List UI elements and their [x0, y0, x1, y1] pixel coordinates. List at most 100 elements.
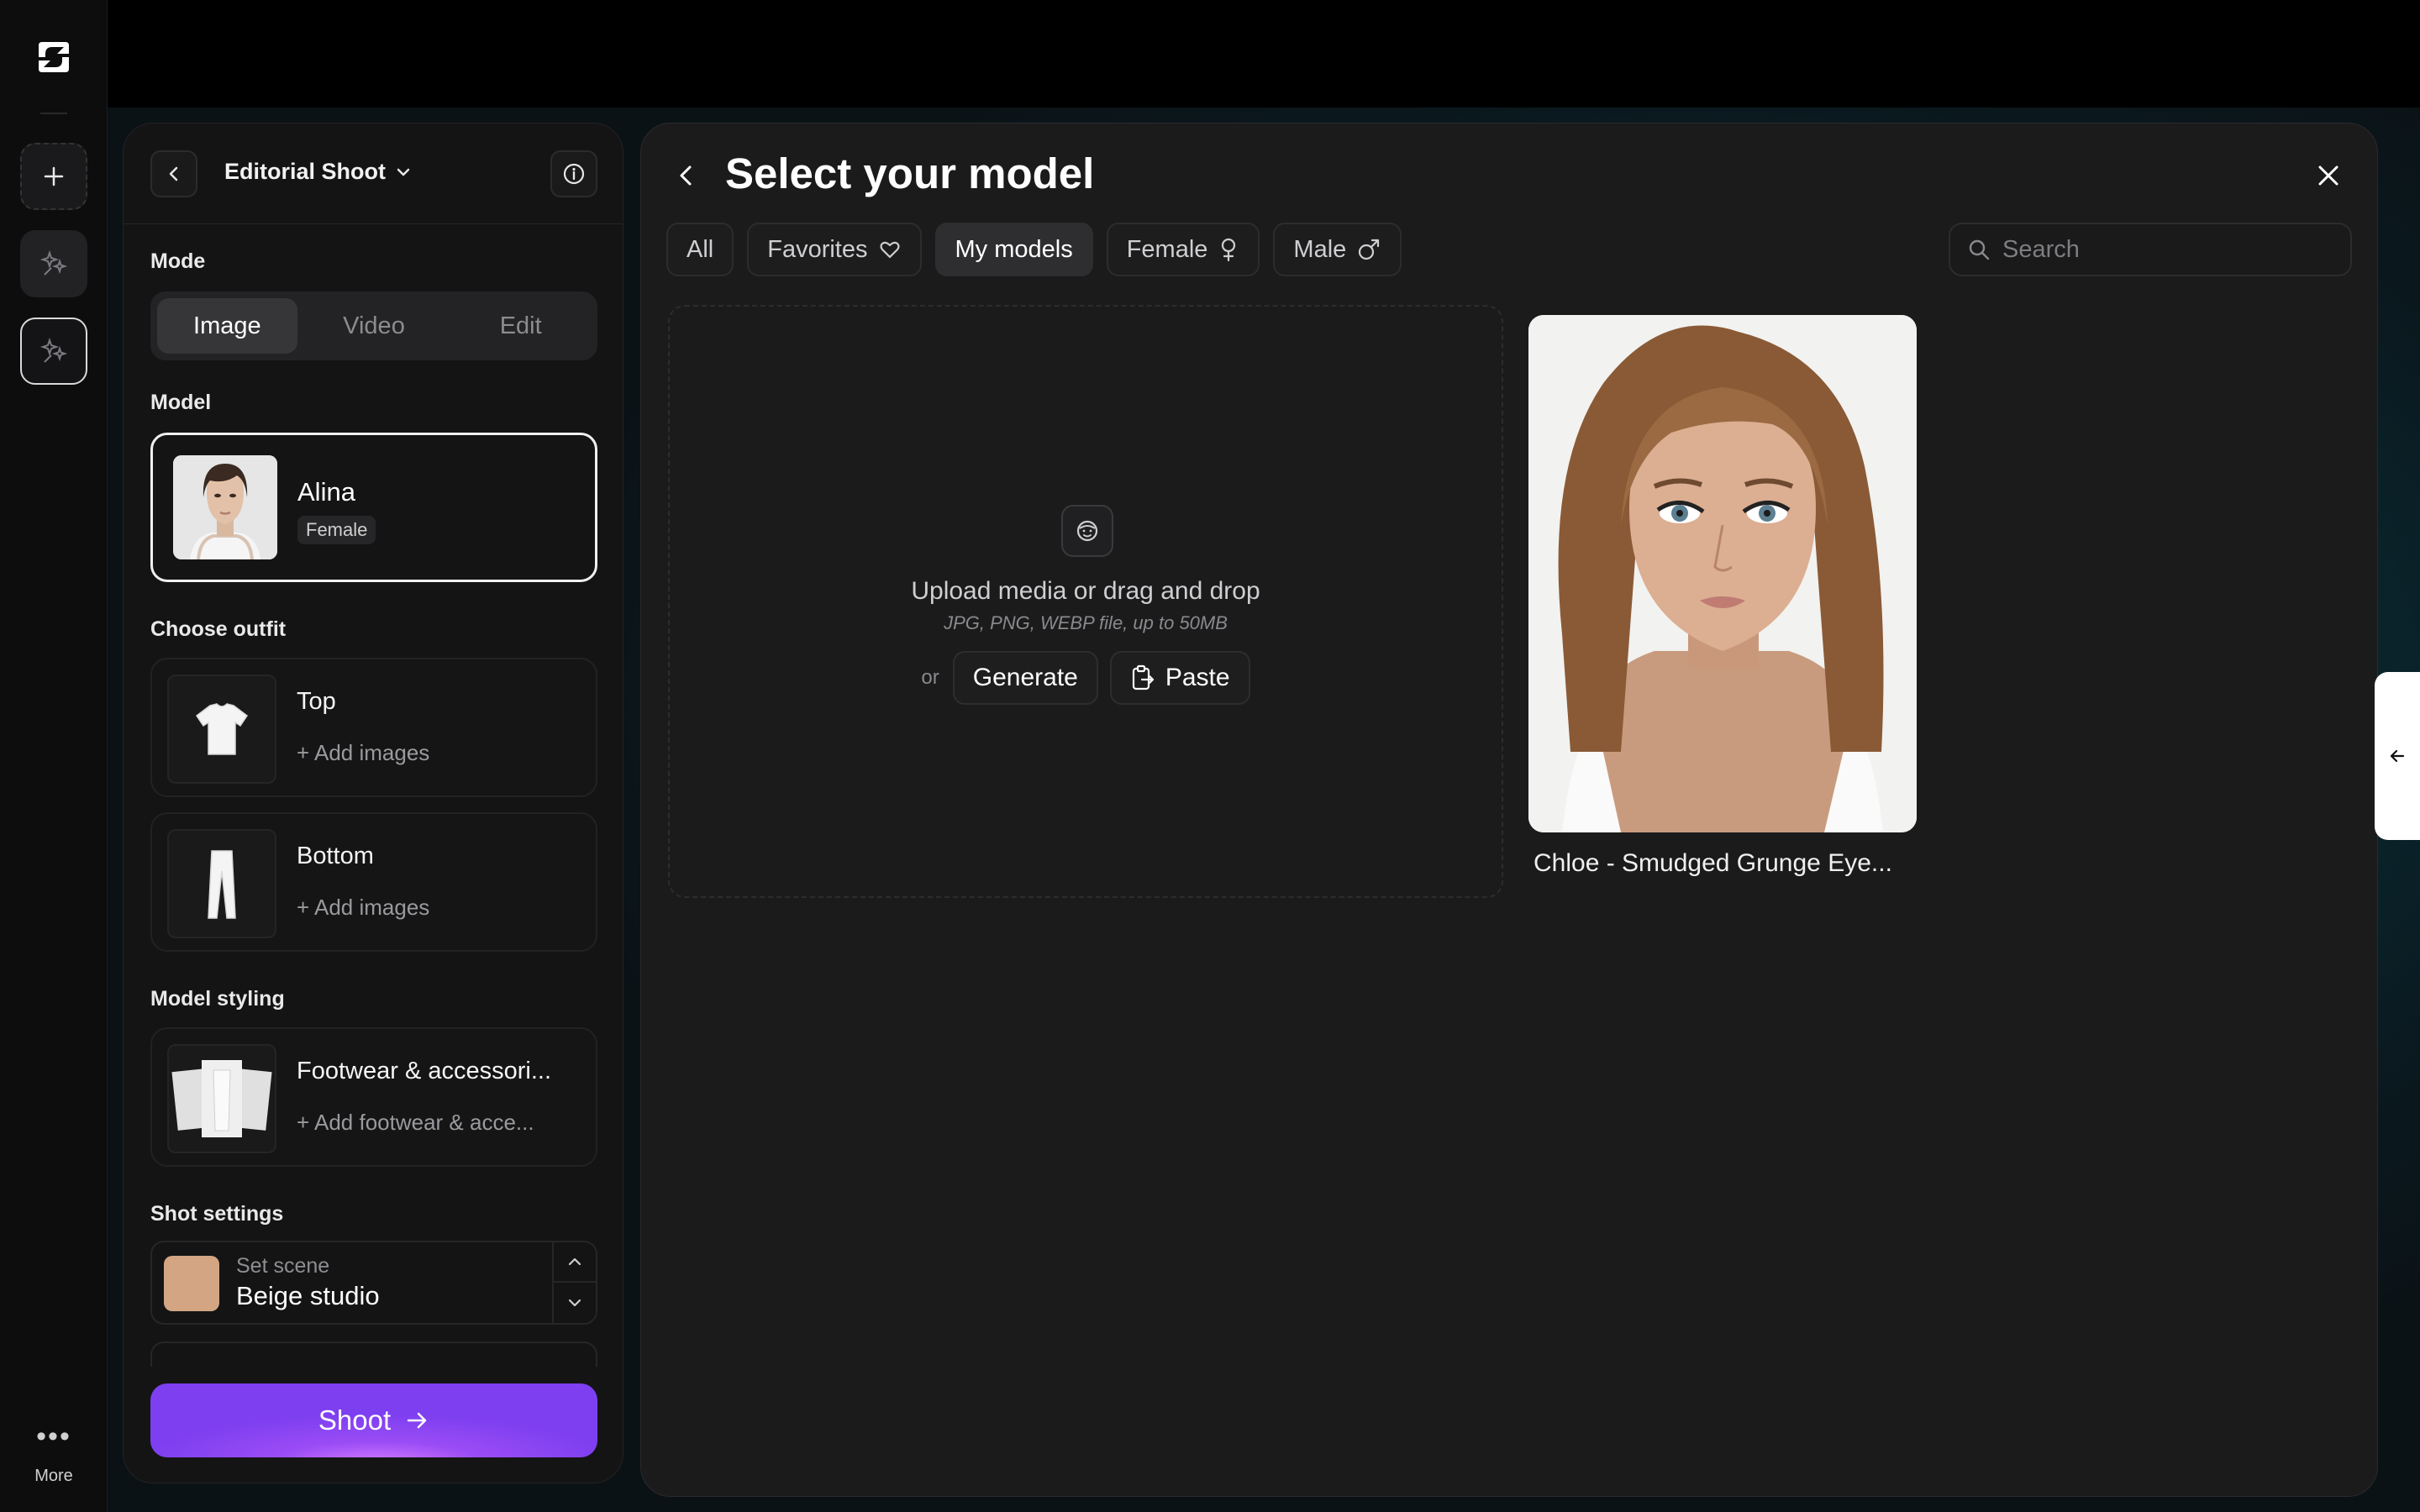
add-bottom-images-label: Add images [313, 895, 430, 920]
outfit-top-card[interactable]: Top + Add images [150, 658, 597, 797]
info-button[interactable] [550, 150, 597, 197]
rail-divider [40, 113, 67, 114]
mode-edit-option[interactable]: Edit [450, 298, 591, 354]
search-icon [1969, 239, 1990, 260]
search-input[interactable]: Search [1949, 223, 2352, 276]
pants-icon [167, 829, 276, 938]
model-tile-image[interactable] [1528, 315, 1917, 832]
heart-icon [879, 241, 900, 259]
magic-shoot-button[interactable] [20, 318, 87, 385]
back-button[interactable] [150, 150, 197, 197]
expand-panel-tab[interactable] [2375, 672, 2420, 840]
upload-dropzone[interactable]: Upload media or drag and drop JPG, PNG, … [668, 305, 1503, 898]
paste-label: Paste [1165, 664, 1230, 691]
scene-selector[interactable]: Set scene Beige studio [150, 1241, 597, 1325]
app-logo-icon[interactable] [34, 37, 74, 77]
clipboard-icon [1132, 664, 1154, 690]
add-footwear-label: Add footwear & acce... [313, 1110, 534, 1135]
upload-title: Upload media or drag and drop [911, 577, 1260, 605]
plus-icon [44, 166, 64, 186]
filter-favorites[interactable]: Favorites [747, 223, 922, 276]
mode-switch: Image Video Edit [150, 291, 597, 360]
plus-icon: + [297, 740, 314, 765]
more-dots-icon: ••• [36, 1420, 71, 1452]
magic-tool-button[interactable] [20, 230, 87, 297]
add-top-images-label: Add images [313, 740, 430, 765]
outfit-bottom-card[interactable]: Bottom + Add images [150, 812, 597, 952]
selected-model-card[interactable]: Alina Female [150, 433, 597, 582]
shoot-button[interactable]: Shoot [150, 1383, 597, 1457]
nav-rail: ••• More [0, 0, 108, 1512]
back-button[interactable] [671, 160, 702, 195]
add-footwear-link[interactable]: + Add footwear & acce... [297, 1110, 534, 1136]
outfit-top-title: Top [297, 688, 336, 715]
chevron-down-icon [397, 168, 410, 176]
chevron-up-icon [568, 1257, 581, 1266]
sparkle-magic-icon [39, 249, 68, 276]
add-top-images-link[interactable]: + Add images [297, 740, 429, 766]
generate-label: Generate [972, 664, 1078, 691]
scene-label: Set scene [236, 1254, 330, 1278]
filter-all[interactable]: All [666, 223, 734, 276]
filter-female[interactable]: Female [1106, 223, 1260, 276]
styling-label: Model styling [150, 987, 285, 1011]
scene-value: Beige studio [236, 1281, 380, 1310]
mode-video-option[interactable]: Video [304, 298, 445, 354]
panel-header: Editorial Shoot [124, 123, 623, 224]
mode-image-option[interactable]: Image [157, 298, 297, 354]
model-name: Alina [297, 477, 355, 507]
filter-favorites-label: Favorites [767, 235, 868, 263]
filter-female-label: Female [1126, 235, 1208, 263]
scene-swatch [164, 1256, 219, 1311]
chevron-down-icon [568, 1299, 581, 1307]
scene-prev-button[interactable] [554, 1242, 596, 1283]
scene-next-button[interactable] [554, 1283, 596, 1323]
footwear-accessories-card[interactable]: Footwear & accessori... + Add footwear &… [150, 1027, 597, 1167]
close-button[interactable] [2313, 160, 2344, 195]
paste-button[interactable]: Paste [1109, 651, 1250, 705]
shoot-settings-panel: Editorial Shoot Mode Image Video Edit Mo… [123, 123, 623, 1483]
filter-my-models-label: My models [955, 235, 1073, 263]
plus-icon: + [297, 1110, 314, 1135]
model-label: Model [150, 391, 212, 414]
filter-chips: All Favorites My models Female Male [666, 223, 1402, 276]
male-icon [1359, 239, 1380, 260]
filter-all-label: All [687, 235, 714, 263]
shoot-label: Shoot [318, 1404, 392, 1436]
upload-subtitle: JPG, PNG, WEBP file, up to 50MB [944, 612, 1228, 633]
sparkle-magic-active-icon [39, 337, 68, 363]
face-upload-icon [1061, 505, 1113, 557]
model-avatar [173, 455, 277, 559]
tshirt-icon [167, 675, 276, 784]
outfit-bottom-title: Bottom [297, 843, 374, 869]
upload-or-label: or [921, 666, 939, 689]
generate-button[interactable]: Generate [952, 651, 1098, 705]
chevron-left-icon [680, 165, 692, 186]
scene-stepper [552, 1242, 596, 1323]
upload-actions: or Generate Paste [670, 651, 1502, 705]
top-bar [0, 0, 2420, 108]
filter-my-models[interactable]: My models [934, 223, 1093, 276]
more-label: More [34, 1467, 73, 1485]
model-tile-caption: Chloe - Smudged Grunge Eye... [1534, 849, 1892, 877]
search-placeholder: Search [2002, 235, 2080, 263]
outfit-label: Choose outfit [150, 617, 287, 641]
more-menu[interactable]: ••• More [0, 1420, 108, 1486]
footwear-title: Footwear & accessori... [297, 1058, 551, 1084]
new-project-button[interactable] [20, 143, 87, 210]
project-title: Editorial Shoot [224, 159, 386, 184]
close-icon [2318, 165, 2338, 186]
female-icon [1222, 238, 1236, 262]
model-selector-dialog: Select your model All Favorites My model… [640, 123, 2378, 1497]
project-title-dropdown[interactable]: Editorial Shoot [224, 159, 413, 185]
plus-icon: + [297, 895, 314, 920]
arrow-left-icon [2390, 749, 2405, 763]
mode-label: Mode [150, 249, 206, 273]
add-bottom-images-link[interactable]: + Add images [297, 895, 429, 921]
shot-settings-label: Shot settings [150, 1202, 284, 1226]
info-icon [563, 163, 585, 185]
filter-male[interactable]: Male [1273, 223, 1402, 276]
model-gender-badge: Female [297, 516, 376, 544]
filter-male-label: Male [1293, 235, 1347, 263]
chevron-left-icon [169, 166, 178, 181]
